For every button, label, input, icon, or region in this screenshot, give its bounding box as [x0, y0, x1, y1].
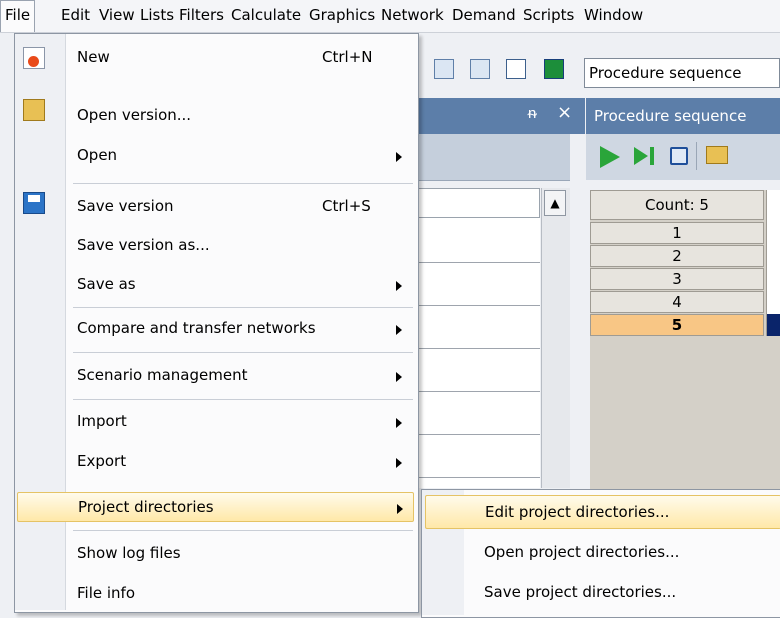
menu-separator [73, 352, 413, 353]
menu-item-save-version[interactable]: Save version Ctrl+S [15, 192, 416, 222]
close-icon[interactable]: × [557, 102, 572, 123]
pin-icon[interactable]: ᵰ [528, 104, 536, 122]
menu-item-open[interactable]: Open [15, 141, 416, 171]
stop-icon[interactable] [670, 147, 688, 165]
menu-item-new[interactable]: New Ctrl+N [15, 43, 416, 73]
open-folder-icon [23, 99, 45, 121]
run-step-icon[interactable] [634, 147, 648, 165]
menu-item-open-version[interactable]: Open version... [15, 99, 416, 131]
grid-row[interactable]: 2 [590, 245, 764, 267]
file-menu: New Ctrl+N Open version... Open Save ver… [14, 33, 419, 613]
menu-item-scenario-management[interactable]: Scenario management [15, 361, 416, 391]
submenu-arrow-icon [396, 458, 402, 468]
run-icon[interactable] [600, 146, 620, 168]
open-folder-icon[interactable] [706, 146, 728, 164]
menu-item-import[interactable]: Import [15, 407, 416, 437]
menu-item-compare-transfer[interactable]: Compare and transfer networks [15, 314, 416, 344]
submenu-arrow-icon [396, 281, 402, 291]
table-icon[interactable] [506, 59, 526, 79]
procedure-grid: Count: 5 1 2 3 4 5 [590, 190, 780, 490]
scroll-up-icon[interactable]: ▲ [544, 190, 566, 216]
menu-separator [73, 530, 413, 531]
menu-separator [73, 183, 413, 184]
step-bar-icon [650, 147, 654, 165]
submenu-arrow-icon [396, 418, 402, 428]
grid-row[interactable]: 4 [590, 291, 764, 313]
menu-scripts[interactable]: Scripts [519, 0, 578, 32]
left-pane-scrollbar[interactable] [541, 188, 570, 488]
project-directories-submenu: Edit project directories... Open project… [421, 489, 780, 618]
menu-calculate[interactable]: Calculate [227, 0, 305, 32]
procedure-toolbar [586, 134, 780, 180]
save-icon [23, 192, 45, 214]
submenu-arrow-icon [397, 504, 403, 514]
procedure-combo[interactable]: Procedure sequence [584, 58, 780, 88]
grid-row-selected[interactable]: 5 [590, 314, 764, 336]
menu-item-save-version-as[interactable]: Save version as... [15, 231, 416, 261]
list-icon[interactable] [470, 59, 490, 79]
menu-item-export[interactable]: Export [15, 447, 416, 477]
new-file-icon [23, 47, 45, 69]
procedure-pane-title: Procedure sequence [586, 98, 780, 134]
menu-lists[interactable]: Lists [136, 0, 178, 32]
count-header: Count: 5 [590, 190, 764, 220]
menu-view[interactable]: View [95, 0, 139, 32]
menu-filters[interactable]: Filters [175, 0, 228, 32]
menu-network[interactable]: Network [377, 0, 448, 32]
left-pane-toolbar [410, 134, 570, 181]
submenu-item-save-project-directories[interactable]: Save project directories... [422, 576, 780, 610]
submenu-arrow-icon [396, 152, 402, 162]
menu-separator [73, 399, 413, 400]
menu-item-project-directories[interactable]: Project directories [17, 492, 414, 522]
toolbar-divider [696, 142, 697, 170]
submenu-item-open-project-directories[interactable]: Open project directories... [422, 536, 780, 570]
menu-item-show-log-files[interactable]: Show log files [15, 539, 416, 569]
grid-selected-cell [767, 314, 780, 336]
menu-demand[interactable]: Demand [448, 0, 520, 32]
menu-file[interactable]: File [0, 0, 36, 32]
calendar-icon[interactable] [434, 59, 454, 79]
menu-bar: File Edit View Lists Filters Calculate G… [0, 0, 780, 33]
left-pane-titlebar: ᵰ × [410, 98, 585, 134]
menu-window[interactable]: Window [580, 0, 647, 32]
menu-graphics[interactable]: Graphics [305, 0, 379, 32]
grid-row[interactable]: 1 [590, 222, 764, 244]
left-pane-input[interactable] [410, 188, 540, 218]
menu-item-save-as[interactable]: Save as [15, 270, 416, 300]
grid-row[interactable]: 3 [590, 268, 764, 290]
grid-icon[interactable] [544, 59, 564, 79]
menu-item-file-info[interactable]: File info [15, 579, 416, 609]
submenu-item-edit-project-directories[interactable]: Edit project directories... [425, 495, 780, 529]
submenu-arrow-icon [396, 325, 402, 335]
menu-separator [73, 307, 413, 308]
menu-edit[interactable]: Edit [57, 0, 94, 32]
submenu-arrow-icon [396, 372, 402, 382]
left-pane-list [410, 188, 540, 488]
